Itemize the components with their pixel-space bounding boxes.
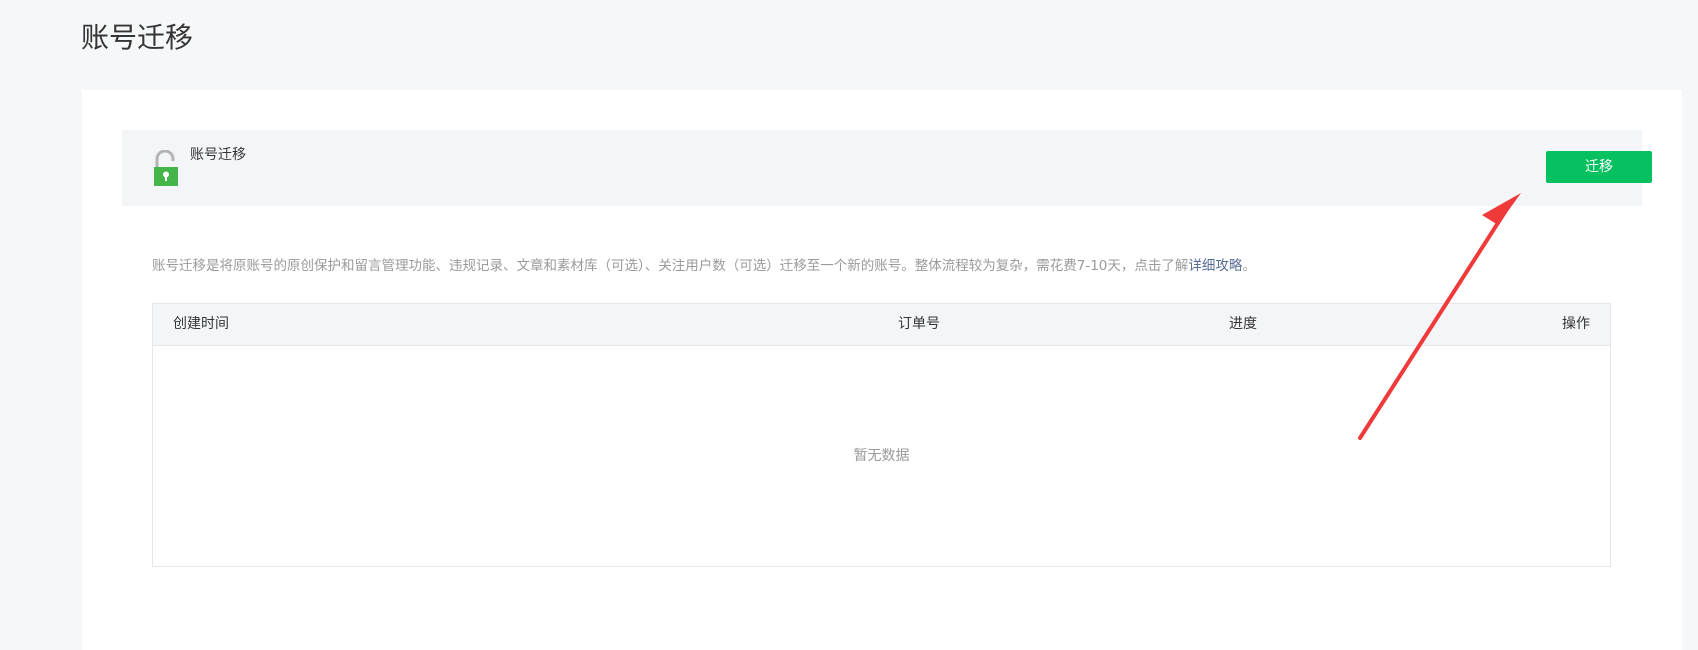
banner-title: 账号迁移 [190, 147, 246, 163]
column-header-actions: 操作 [1562, 316, 1590, 332]
migration-card: 账号迁移 迁移 账号迁移是将原账号的原创保护和留言管理功能、违规记录、文章和素材… [82, 90, 1682, 650]
table-empty-state: 暂无数据 [853, 448, 910, 464]
description-suffix: 。 [1242, 258, 1256, 274]
migrate-button[interactable]: 迁移 [1546, 151, 1652, 183]
description-text: 账号迁移是将原账号的原创保护和留言管理功能、违规记录、文章和素材库（可选）、关注… [152, 258, 1189, 274]
migration-banner: 账号迁移 迁移 [122, 130, 1652, 206]
detailed-guide-link[interactable]: 详细攻略 [1188, 258, 1242, 274]
column-header-created-time: 创建时间 [173, 316, 229, 332]
migration-description: 账号迁移是将原账号的原创保护和留言管理功能、违规记录、文章和素材库（可选）、关注… [152, 256, 1256, 276]
migration-orders-table: 创建时间 订单号 进度 操作 暂无数据 [152, 303, 1611, 567]
page-title: 账号迁移 [81, 21, 194, 54]
unlocked-padlock-icon [154, 150, 178, 186]
column-header-order-number: 订单号 [898, 316, 940, 332]
column-header-progress: 进度 [1229, 316, 1257, 332]
table-header: 创建时间 订单号 进度 操作 [153, 304, 1610, 346]
